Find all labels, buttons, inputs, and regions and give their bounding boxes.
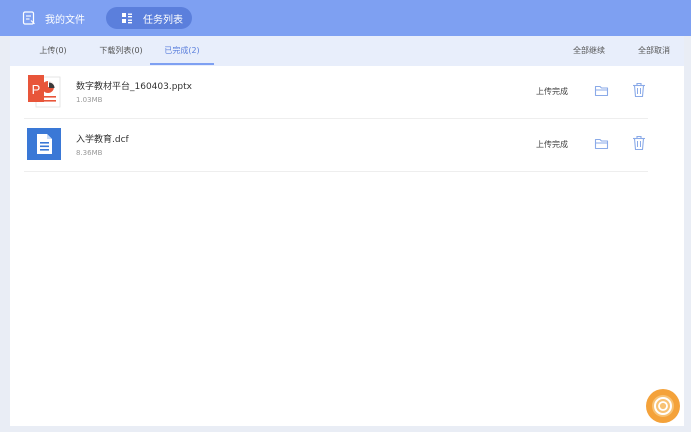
upload-status: 上传完成 [536, 87, 568, 96]
floating-assistant-button[interactable] [645, 388, 681, 424]
cancel-all-button[interactable]: 全部取消 [638, 36, 670, 66]
file-size: 1.03MB [76, 96, 103, 104]
svg-text:P: P [32, 82, 41, 97]
file-row: 入学教育.dcf 8.36MB 上传完成 [24, 119, 648, 172]
pptx-file-icon: P [28, 75, 61, 108]
tab-upload[interactable]: 上传(0) [28, 36, 78, 66]
top-nav-bar: 我的文件 任务列表 [0, 0, 691, 36]
file-row: P 数字教材平台_160403.pptx 1.03MB 上传完成 [24, 66, 648, 119]
tab-bar: 上传(0) 下载列表(0) 已完成(2) 全部继续 全部取消 [10, 36, 684, 66]
upload-status: 上传完成 [536, 140, 568, 149]
list-icon [122, 13, 132, 24]
file-name: 入学教育.dcf [76, 135, 129, 145]
trash-icon[interactable] [632, 82, 646, 98]
tab-download-list[interactable]: 下载列表(0) [88, 36, 154, 66]
resume-all-button[interactable]: 全部继续 [573, 36, 605, 66]
document-file-icon [27, 128, 61, 160]
folder-icon[interactable] [594, 136, 609, 151]
tab-completed[interactable]: 已完成(2) [150, 36, 214, 66]
file-size: 8.36MB [76, 149, 103, 157]
file-name: 数字教材平台_160403.pptx [76, 82, 192, 92]
document-icon [22, 11, 35, 25]
nav-my-files[interactable]: 我的文件 [22, 7, 85, 29]
nav-task-list[interactable]: 任务列表 [106, 7, 192, 29]
nav-my-files-label: 我的文件 [45, 14, 85, 26]
folder-icon[interactable] [594, 83, 609, 98]
trash-icon[interactable] [632, 135, 646, 151]
nav-task-list-label: 任务列表 [143, 14, 183, 26]
file-list-panel: P 数字教材平台_160403.pptx 1.03MB 上传完成 入学教育.dc… [10, 66, 684, 426]
